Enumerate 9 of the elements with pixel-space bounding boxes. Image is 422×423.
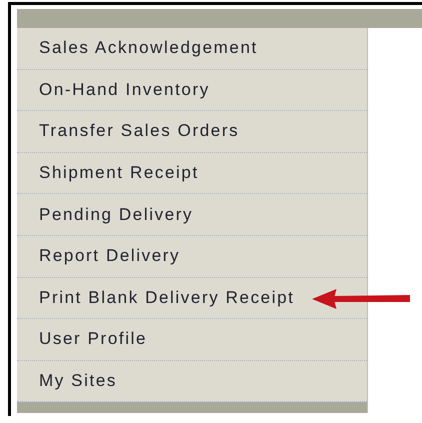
menu-item[interactable]: Transfer Sales Orders [39, 121, 240, 142]
menu-item[interactable]: Print Blank Delivery Receipt [39, 288, 294, 308]
menu-item[interactable]: User Profile [39, 329, 148, 350]
menu-item[interactable]: Sales Acknowledgement [39, 38, 258, 58]
menu-item[interactable]: Pending Delivery [39, 204, 194, 225]
menu-item[interactable]: Report Delivery [39, 246, 180, 266]
menu-item[interactable]: On-Hand Inventory [39, 80, 210, 100]
menu-item[interactable]: Shipment Receipt [39, 163, 199, 184]
menu-item[interactable]: My Sites [39, 371, 117, 392]
